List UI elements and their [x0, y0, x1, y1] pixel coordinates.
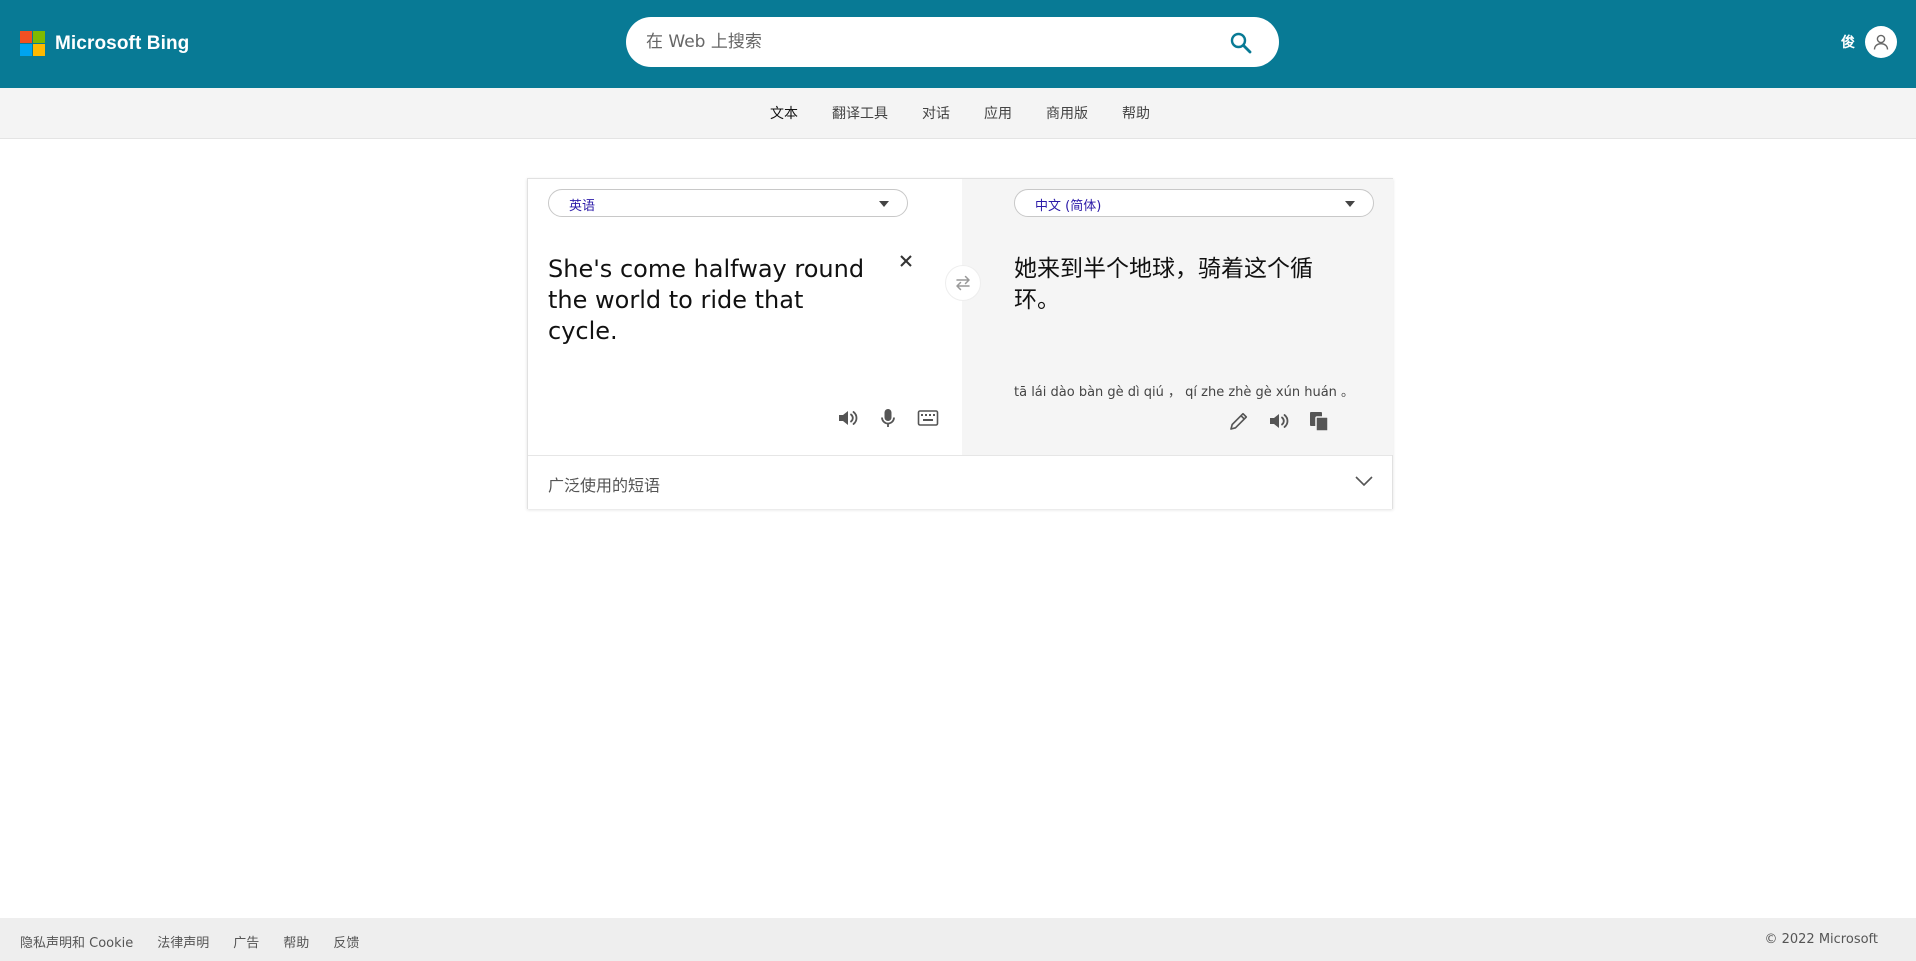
- footer-link-advertise[interactable]: 广告: [233, 932, 259, 951]
- user-name[interactable]: 俊: [1841, 32, 1855, 52]
- top-header: Microsoft Bing 俊: [0, 0, 1916, 88]
- copy-icon[interactable]: [1306, 408, 1332, 434]
- source-pane: 英语 She's come halfway round the world to…: [528, 179, 962, 455]
- microsoft-logo-icon: [20, 31, 45, 56]
- target-pane: 中文 (简体) 她来到半个地球，骑着这个循环。 tā lái dào bàn g…: [962, 179, 1393, 455]
- target-language-label: 中文 (简体): [1035, 199, 1102, 214]
- translator-card: 英语 She's come halfway round the world to…: [527, 178, 1393, 509]
- translated-text: 她来到半个地球，骑着这个循环。: [1014, 256, 1313, 313]
- footer-link-help[interactable]: 帮助: [283, 932, 309, 951]
- translator-nav: 文本 翻译工具 对话 应用 商用版 帮助: [0, 88, 1916, 139]
- source-text-input[interactable]: She's come halfway round the world to ri…: [548, 254, 878, 347]
- target-language-select[interactable]: 中文 (简体): [1014, 189, 1374, 217]
- search-box: [626, 17, 1279, 67]
- speaker-icon[interactable]: [835, 405, 861, 431]
- common-phrases-expander[interactable]: 广泛使用的短语: [528, 455, 1392, 509]
- swap-languages-button[interactable]: [945, 265, 981, 301]
- source-language-label: 英语: [569, 199, 596, 214]
- tab-conversation[interactable]: 对话: [922, 103, 950, 123]
- swap-arrows-icon: [956, 275, 970, 291]
- tab-apps[interactable]: 应用: [984, 103, 1012, 123]
- page-footer: 隐私声明和 Cookie 法律声明 广告 帮助 反馈 © 2022 Micros…: [0, 918, 1916, 961]
- speaker-icon[interactable]: [1266, 408, 1292, 434]
- copyright-text: © 2022 Microsoft: [1764, 932, 1878, 947]
- footer-link-feedback[interactable]: 反馈: [333, 932, 359, 951]
- tab-text[interactable]: 文本: [770, 103, 798, 123]
- close-icon[interactable]: [896, 251, 916, 271]
- pinyin-transliteration: tā lái dào bàn gè dì qiú ， qí zhe zhè gè…: [1014, 385, 1355, 400]
- tab-business[interactable]: 商用版: [1046, 103, 1088, 123]
- caret-down-icon: [879, 201, 889, 207]
- search-input[interactable]: [646, 17, 1206, 67]
- footer-link-legal[interactable]: 法律声明: [157, 932, 209, 951]
- tab-translator-tools[interactable]: 翻译工具: [832, 103, 888, 123]
- chevron-down-icon: [1355, 476, 1373, 487]
- bing-logo[interactable]: Microsoft Bing: [20, 31, 189, 56]
- caret-down-icon: [1345, 201, 1355, 207]
- user-icon[interactable]: [1865, 26, 1897, 58]
- pencil-icon[interactable]: [1226, 408, 1252, 434]
- brand-name: Microsoft Bing: [55, 32, 190, 54]
- keyboard-icon[interactable]: [915, 405, 941, 431]
- footer-link-privacy[interactable]: 隐私声明和 Cookie: [20, 932, 133, 951]
- source-language-select[interactable]: 英语: [548, 189, 908, 217]
- common-phrases-label: 广泛使用的短语: [548, 476, 661, 495]
- tab-help[interactable]: 帮助: [1122, 103, 1150, 123]
- search-icon[interactable]: [1229, 31, 1253, 55]
- user-account[interactable]: 俊: [1841, 26, 1897, 58]
- microphone-icon[interactable]: [875, 405, 901, 431]
